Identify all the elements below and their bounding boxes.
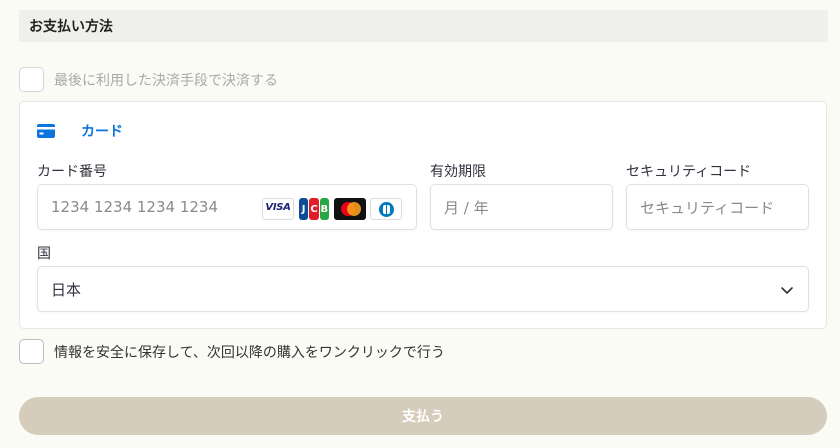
expiry-label: 有効期限 [430,164,486,180]
pay-button-label: 支払う [402,409,444,425]
diners-club-icon [370,198,402,220]
tab-card-label: カード [81,124,123,140]
card-payment-panel: カード カード番号 1234 1234 1234 1234 VISA J C B [19,101,827,329]
reuse-method-label: 最後に利用した決済手段で決済する [54,72,278,89]
country-value: 日本 [51,280,82,299]
cvc-placeholder: セキュリティコード [640,198,775,217]
payment-method-header: お支払い方法 [19,10,828,42]
section-title: お支払い方法 [29,19,113,35]
card-number-placeholder: 1234 1234 1234 1234 [51,198,218,216]
tab-card[interactable]: カード [37,121,123,141]
cvc-label: セキュリティコード [626,164,752,180]
pay-button[interactable]: 支払う [19,397,827,435]
cvc-input[interactable]: セキュリティコード [626,184,809,230]
reuse-method-checkbox[interactable] [19,67,44,92]
mastercard-icon [334,198,366,220]
expiry-input[interactable]: 月 / 年 [430,184,613,230]
jcb-icon: J C B [298,198,330,220]
save-info-row[interactable]: 情報を安全に保存して、次回以降の購入をワンクリックで行う [19,339,445,364]
card-brand-icons: VISA J C B [262,198,402,220]
card-number-label: カード番号 [37,164,107,180]
save-info-label: 情報を安全に保存して、次回以降の購入をワンクリックで行う [54,344,445,361]
card-number-input[interactable]: 1234 1234 1234 1234 VISA J C B [37,184,417,230]
expiry-placeholder: 月 / 年 [444,198,489,217]
chevron-down-icon [781,287,793,294]
save-info-checkbox[interactable] [19,339,44,364]
payment-page: お支払い方法 最後に利用した決済手段で決済する カード カード番号 1234 1… [0,0,840,448]
credit-card-icon [37,124,55,138]
visa-icon: VISA [262,198,294,220]
reuse-method-row[interactable]: 最後に利用した決済手段で決済する [19,67,278,92]
country-label: 国 [37,246,51,262]
country-select[interactable]: 日本 [37,266,809,312]
